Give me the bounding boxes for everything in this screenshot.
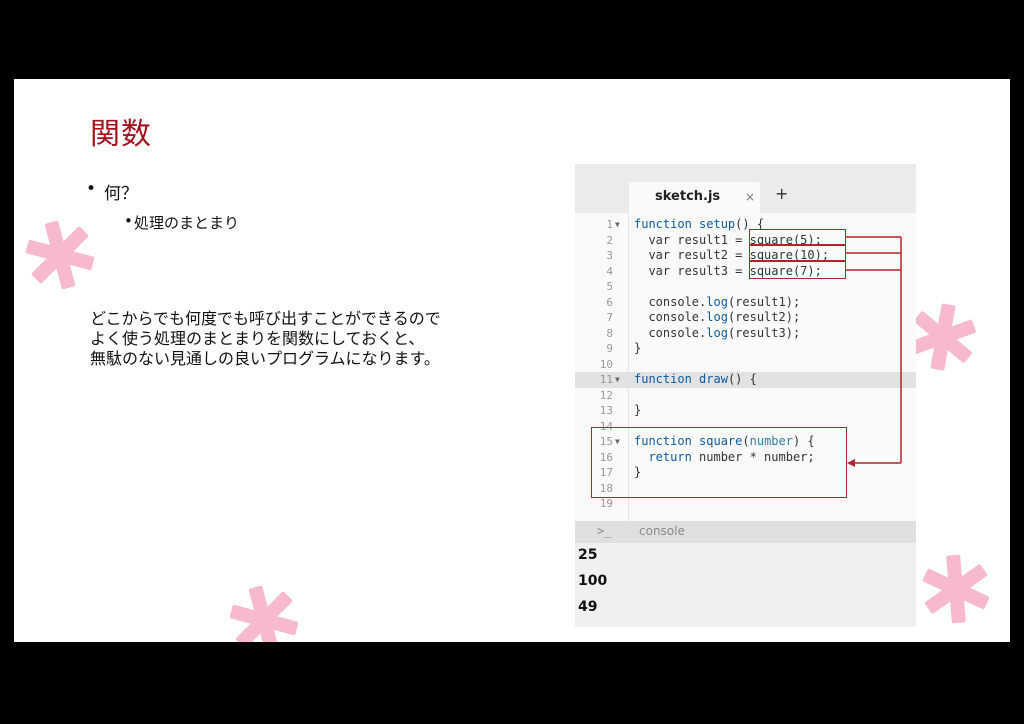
slide: 関数 何？ 処理のまとまり どこからでも何度でも呼び出すことができるので よく使…	[14, 79, 1010, 642]
arrow-connector-icon	[846, 236, 902, 467]
